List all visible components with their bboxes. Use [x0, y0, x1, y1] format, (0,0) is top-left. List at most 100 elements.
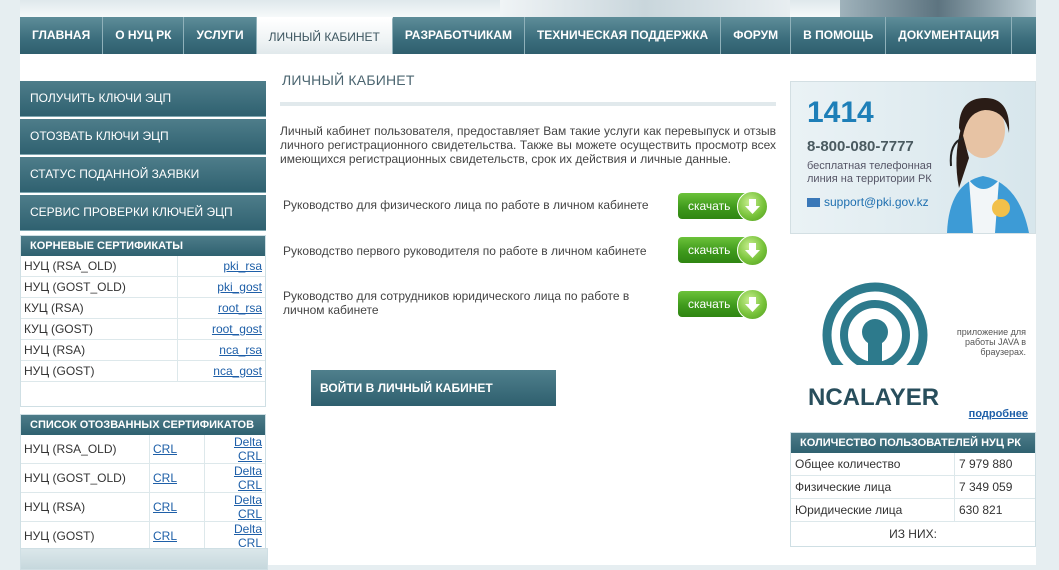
login-cabinet-button[interactable]: ВОЙТИ В ЛИЧНЫЙ КАБИНЕТ — [311, 370, 556, 406]
nav-item-home[interactable]: ГЛАВНАЯ — [20, 17, 104, 54]
table-row: КУЦ (RSA) root_rsa — [21, 297, 265, 319]
ncalayer-caption: приложение для работы JAVA в браузерах. — [956, 327, 1026, 357]
main-content: ЛИЧНЫЙ КАБИНЕТ Личный кабинет пользовате… — [280, 54, 776, 406]
table-row: НУЦ (GOST_OLD) CRL Delta CRL — [21, 463, 265, 493]
free-line-text: бесплатная телефонная линия на территори… — [807, 160, 932, 185]
stat-label: Физические лица — [791, 475, 955, 499]
get-keys-button[interactable]: ПОЛУЧИТЬ КЛЮЧИ ЭЦП — [20, 81, 266, 117]
nav-item-developers[interactable]: РАЗРАБОТЧИКАМ — [393, 17, 525, 54]
user-stats-title: КОЛИЧЕСТВО ПОЛЬЗОВАТЕЛЕЙ НУЦ РК — [791, 433, 1035, 453]
nav-item-documentation[interactable]: ДОКУМЕНТАЦИЯ — [886, 17, 1013, 54]
cert-download-link[interactable]: nca_gost — [213, 364, 262, 378]
root-certificates-title: КОРНЕВЫЕ СЕРТИФИКАТЫ — [21, 236, 265, 256]
nav-item-about[interactable]: О НУЦ РК — [103, 17, 185, 54]
stats-subheading: ИЗ НИХ: — [889, 527, 937, 541]
crl-name: НУЦ (GOST_OLD) — [21, 463, 150, 493]
sidebar-bottom-banner — [20, 548, 268, 570]
table-row: КУЦ (GOST) root_gost — [21, 318, 265, 340]
delta-crl-link[interactable]: Delta CRL — [234, 493, 262, 521]
table-row: Юридические лица 630 821 — [791, 498, 1035, 522]
intro-text: Личный кабинет пользователя, предоставля… — [280, 124, 776, 166]
download-button[interactable]: скачать — [678, 191, 768, 222]
download-arrow-icon — [737, 191, 768, 222]
key-check-service-button[interactable]: СЕРВИС ПРОВЕРКИ КЛЮЧЕЙ ЭЦП — [20, 195, 266, 231]
cert-download-link[interactable]: pki_gost — [217, 280, 262, 294]
table-row: НУЦ (RSA_OLD) CRL Delta CRL — [21, 435, 265, 464]
ncalayer-more-link[interactable]: подробнее — [969, 408, 1028, 420]
cert-name: КУЦ (GOST) — [21, 318, 178, 340]
cert-download-link[interactable]: pki_rsa — [223, 259, 262, 273]
crl-link[interactable]: CRL — [153, 442, 177, 456]
table-row: НУЦ (GOST_OLD) pki_gost — [21, 276, 265, 298]
download-row: Руководство для сотрудников юридического… — [280, 287, 776, 321]
banner-image-right — [840, 0, 1036, 17]
download-row: Руководство первого руководителя по рабо… — [280, 235, 776, 266]
download-arrow-icon — [737, 235, 768, 266]
table-row: НУЦ (RSA) CRL Delta CRL — [21, 492, 265, 522]
cert-download-link[interactable]: root_rsa — [218, 301, 262, 315]
delta-crl-link[interactable]: Delta CRL — [234, 522, 262, 550]
right-sidebar: 1414 8-800-080-7777 бесплатная телефонна… — [790, 81, 1036, 547]
stat-value: 7 349 059 — [954, 475, 1035, 499]
ncalayer-logo-icon — [820, 282, 940, 390]
download-description: Руководство для сотрудников юридического… — [283, 289, 630, 317]
main-navigation: ГЛАВНАЯ О НУЦ РК УСЛУГИ ЛИЧНЫЙ КАБИНЕТ Р… — [20, 17, 1036, 56]
crl-link[interactable]: CRL — [153, 529, 177, 543]
crl-link[interactable]: CRL — [153, 471, 177, 485]
cert-name: НУЦ (RSA_OLD) — [21, 256, 178, 277]
support-banner[interactable]: 1414 8-800-080-7777 бесплатная телефонна… — [790, 81, 1036, 234]
header-banner — [20, 0, 1036, 17]
download-row: Руководство для физического лица по рабо… — [280, 189, 776, 222]
stat-label: Юридические лица — [791, 498, 955, 522]
page-title: ЛИЧНЫЙ КАБИНЕТ — [282, 72, 415, 88]
download-button[interactable]: скачать — [678, 235, 768, 266]
cert-name: НУЦ (GOST) — [21, 360, 178, 382]
nav-item-tech-support[interactable]: ТЕХНИЧЕСКАЯ ПОДДЕРЖКА — [525, 17, 722, 54]
cert-name: НУЦ (RSA) — [21, 339, 178, 361]
download-description: Руководство для физического лица по рабо… — [283, 198, 649, 212]
stat-value: 7 979 880 — [954, 453, 1035, 476]
nav-item-services[interactable]: УСЛУГИ — [184, 17, 257, 54]
table-row: НУЦ (GOST) nca_gost — [21, 360, 265, 382]
table-row: Физические лица 7 349 059 — [791, 475, 1035, 499]
table-row: НУЦ (GOST) CRL Delta CRL — [21, 521, 265, 551]
revoke-keys-button[interactable]: ОТОЗВАТЬ КЛЮЧИ ЭЦП — [20, 119, 266, 155]
download-button[interactable]: скачать — [678, 289, 768, 320]
support-email: support@pki.gov.kz — [807, 195, 929, 209]
phone-number: 8-800-080-7777 — [807, 138, 914, 155]
cert-name: НУЦ (GOST_OLD) — [21, 276, 178, 298]
operator-image — [947, 98, 1029, 233]
left-sidebar: ПОЛУЧИТЬ КЛЮЧИ ЭЦП ОТОЗВАТЬ КЛЮЧИ ЭЦП СТ… — [20, 81, 266, 556]
nav-item-personal-cabinet[interactable]: ЛИЧНЫЙ КАБИНЕТ — [256, 17, 393, 56]
page-body: ПОЛУЧИТЬ КЛЮЧИ ЭЦП ОТОЗВАТЬ КЛЮЧИ ЭЦП СТ… — [20, 54, 1036, 570]
nav-item-forum[interactable]: ФОРУМ — [721, 17, 792, 54]
cert-download-link[interactable]: root_gost — [212, 322, 262, 336]
crl-name: НУЦ (GOST) — [21, 521, 150, 551]
banner-image-left — [500, 0, 790, 17]
crl-link[interactable]: CRL — [153, 500, 177, 514]
ncalayer-banner[interactable]: NCALAYER приложение для работы JAVA в бр… — [790, 242, 1036, 420]
revoked-certificates-title: СПИСОК ОТОЗВАННЫХ СЕРТИФИКАТОВ — [21, 415, 265, 435]
download-description: Руководство первого руководителя по рабо… — [283, 244, 647, 258]
delta-crl-link[interactable]: Delta CRL — [234, 464, 262, 492]
stat-value: 630 821 — [954, 498, 1035, 522]
download-arrow-icon — [737, 289, 768, 320]
table-row: НУЦ (RSA) nca_rsa — [21, 339, 265, 361]
stat-label: Общее количество — [791, 453, 955, 476]
short-number: 1414 — [807, 96, 874, 129]
ncalayer-logo-text: NCALAYER — [808, 384, 940, 411]
envelope-icon — [807, 198, 820, 208]
delta-crl-link[interactable]: Delta CRL — [234, 435, 262, 463]
cert-name: КУЦ (RSA) — [21, 297, 178, 319]
cert-download-link[interactable]: nca_rsa — [219, 343, 262, 357]
crl-name: НУЦ (RSA) — [21, 492, 150, 522]
table-row: НУЦ (RSA_OLD) pki_rsa — [21, 256, 265, 277]
root-certificates-panel: КОРНЕВЫЕ СЕРТИФИКАТЫ НУЦ (RSA_OLD) pki_rs… — [20, 235, 266, 407]
user-stats-panel: КОЛИЧЕСТВО ПОЛЬЗОВАТЕЛЕЙ НУЦ РК Общее ко… — [790, 432, 1036, 547]
support-email-text: support@pki.gov.kz — [824, 195, 929, 209]
revoked-certificates-panel: СПИСОК ОТОЗВАННЫХ СЕРТИФИКАТОВ НУЦ (RSA_… — [20, 414, 266, 556]
crl-name: НУЦ (RSA_OLD) — [21, 435, 150, 464]
request-status-button[interactable]: СТАТУС ПОДАННОЙ ЗАЯВКИ — [20, 157, 266, 193]
nav-item-help[interactable]: В ПОМОЩЬ — [791, 17, 887, 54]
table-row: Общее количество 7 979 880 — [791, 453, 1035, 476]
